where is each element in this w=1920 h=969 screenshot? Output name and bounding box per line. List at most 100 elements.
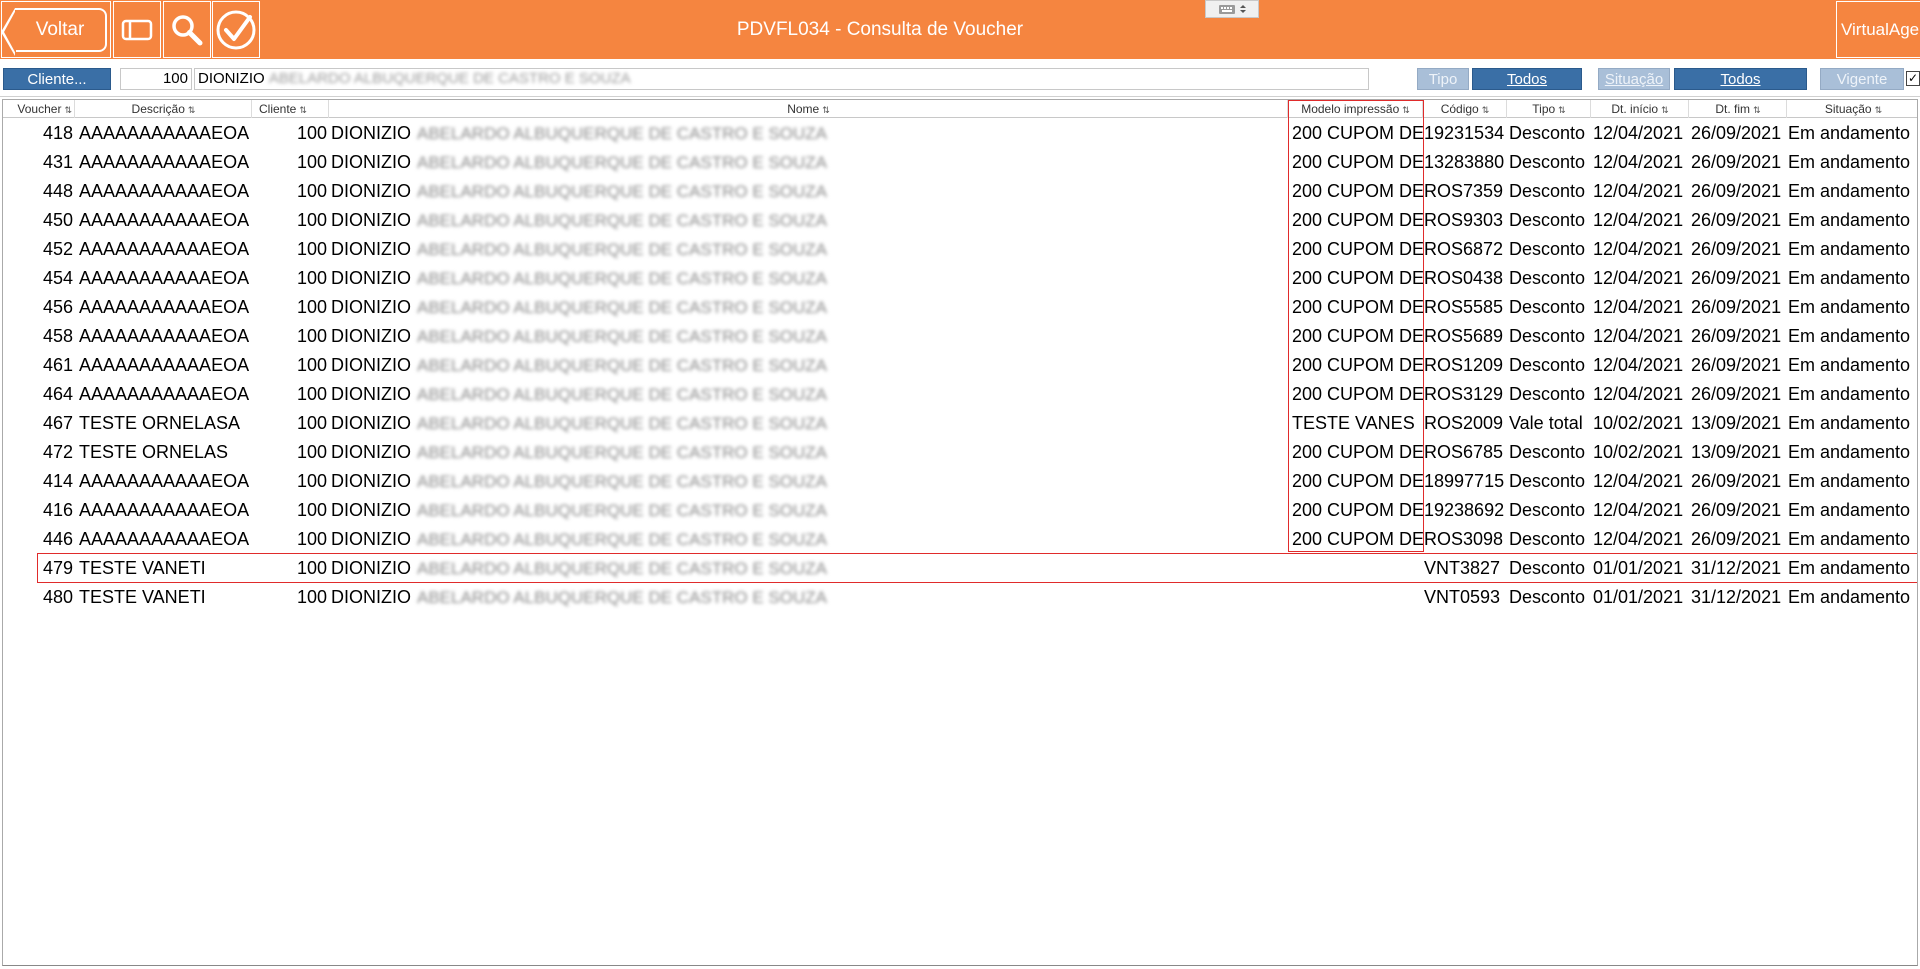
cell-modelo: 200 CUPOM DE [1292, 181, 1423, 201]
cell-cliente: 100 [296, 558, 327, 578]
situacao-select[interactable]: Todos [1674, 68, 1807, 90]
cliente-name-field[interactable]: DIONIZIO ABELARDO ALBUQUERQUE DE CASTRO … [194, 68, 1369, 90]
cell-descricao: TESTE ORNELASA [79, 413, 241, 433]
column-header-tipo[interactable]: Tipo ⇅ [1508, 100, 1591, 118]
cell-situacao: Em andamento [1788, 123, 1911, 143]
vigente-checkbox[interactable]: ✓ [1906, 71, 1920, 86]
table-row[interactable]: 446 AAAAAAAAAAAEOA 100 DIONIZIO ABELARDO ALB… [3, 525, 1917, 554]
table-row[interactable]: 418 AAAAAAAAAAAEOA 100 DIONIZIO ABELARDO ALB… [3, 119, 1917, 148]
cell-voucher: 472 [42, 442, 73, 462]
cell-dt-inicio: 12/04/2021 [1593, 500, 1684, 520]
cell-nome: DIONIZIO ABELARDO ALBUQUERQUE DE CASTRO E… [331, 148, 1289, 177]
cell-cliente: 100 [296, 471, 327, 491]
cell-voucher: 461 [42, 355, 73, 375]
cell-voucher: 448 [42, 181, 73, 201]
chevron-updown-icon [1240, 5, 1246, 13]
cell-voucher: 467 [42, 413, 73, 433]
cell-dt-inicio: 12/04/2021 [1593, 384, 1684, 404]
table-row[interactable]: 480 TESTE VANETI 100 DIONIZIO ABELARDO ALBUQ… [3, 583, 1917, 612]
cell-descricao: AAAAAAAAAAAEOA [79, 239, 249, 259]
cell-nome-redacted: ABELARDO ALBUQUERQUE DE CASTRO E SOUZA [417, 327, 827, 346]
sort-icon: ⇅ [1661, 105, 1669, 115]
table-row[interactable]: 431 AAAAAAAAAAAEOA 100 DIONIZIO ABELARDO ALB… [3, 148, 1917, 177]
cell-nome-visible: DIONIZIO [331, 268, 411, 288]
virtualage-button[interactable]: VirtualAge [1836, 1, 1920, 58]
table-row[interactable]: 458 AAAAAAAAAAAEOA 100 DIONIZIO ABELARDO ALB… [3, 322, 1917, 351]
cell-codigo: ROS9303 [1424, 210, 1504, 230]
column-header-cliente-label: Cliente [259, 102, 297, 116]
cell-modelo: 200 CUPOM DE [1292, 500, 1423, 520]
back-button-label: Voltar [35, 18, 85, 40]
column-header-cliente[interactable]: Cliente ⇅ [253, 100, 329, 118]
panel-toggle-button[interactable] [113, 1, 161, 58]
cell-nome-redacted: ABELARDO ALBUQUERQUE DE CASTRO E SOUZA [417, 298, 827, 317]
keyboard-toggle[interactable] [1205, 0, 1259, 18]
cliente-button[interactable]: Cliente... [3, 68, 111, 90]
cell-codigo: 19238692 [1424, 500, 1505, 520]
cell-codigo: ROS6872 [1424, 239, 1504, 259]
table-row[interactable]: 450 AAAAAAAAAAAEOA 100 DIONIZIO ABELARDO ALB… [3, 206, 1917, 235]
cell-situacao: Em andamento [1788, 326, 1911, 346]
cell-tipo: Desconto [1509, 181, 1586, 201]
cell-cliente: 100 [296, 297, 327, 317]
column-header-dt-fim[interactable]: Dt. fim ⇅ [1690, 100, 1787, 118]
table-row[interactable]: 464 AAAAAAAAAAAEOA 100 DIONIZIO ABELARDO ALB… [3, 380, 1917, 409]
table-row[interactable]: 416 AAAAAAAAAAAEOA 100 DIONIZIO ABELARDO ALB… [3, 496, 1917, 525]
cell-cliente: 100 [296, 529, 327, 549]
cell-nome: DIONIZIO ABELARDO ALBUQUERQUE DE CASTRO E… [331, 177, 1289, 206]
cell-descricao: AAAAAAAAAAAEOA [79, 326, 249, 346]
keyboard-icon [1219, 5, 1235, 14]
column-header-voucher[interactable]: Voucher ⇅ [3, 100, 75, 118]
cell-modelo: TESTE VANES [1292, 413, 1415, 433]
back-button[interactable]: Voltar [1, 1, 111, 58]
cliente-code-field[interactable]: 100 [120, 68, 192, 90]
cell-nome-visible: DIONIZIO [331, 413, 411, 433]
cell-nome-redacted: ABELARDO ALBUQUERQUE DE CASTRO E SOUZA [417, 443, 827, 462]
table-row[interactable]: 414 AAAAAAAAAAAEOA 100 DIONIZIO ABELARDO ALB… [3, 467, 1917, 496]
table-row[interactable]: 461 AAAAAAAAAAAEOA 100 DIONIZIO ABELARDO ALB… [3, 351, 1917, 380]
column-header-dt-fim-label: Dt. fim [1715, 102, 1751, 116]
table-row[interactable]: 467 TESTE ORNELASA 100 DIONIZIO ABELARDO ALB… [3, 409, 1917, 438]
column-header-modelo-label: Modelo impressão [1301, 102, 1400, 116]
cell-voucher: 450 [42, 210, 73, 230]
vigente-button[interactable]: Vigente [1820, 68, 1904, 90]
cell-nome: DIONIZIO ABELARDO ALBUQUERQUE DE CASTRO E… [331, 206, 1289, 235]
column-header-codigo[interactable]: Código ⇅ [1424, 100, 1507, 118]
cell-dt-fim: 26/09/2021 [1691, 384, 1782, 404]
confirm-button[interactable] [212, 1, 260, 58]
table-row[interactable]: 479 TESTE VANETI 100 DIONIZIO ABELARDO ALBUQ… [3, 554, 1917, 583]
search-button[interactable] [163, 1, 211, 58]
cell-dt-fim: 26/09/2021 [1691, 529, 1782, 549]
cell-nome-visible: DIONIZIO [331, 181, 411, 201]
column-header-nome[interactable]: Nome ⇅ [330, 100, 1288, 118]
table-row[interactable]: 454 AAAAAAAAAAAEOA 100 DIONIZIO ABELARDO ALB… [3, 264, 1917, 293]
cell-dt-fim: 26/09/2021 [1691, 181, 1782, 201]
cell-nome-visible: DIONIZIO [331, 239, 411, 259]
table-row[interactable]: 448 AAAAAAAAAAAEOA 100 DIONIZIO ABELARDO ALB… [3, 177, 1917, 206]
sort-icon: ⇅ [1753, 105, 1761, 115]
cell-modelo: 200 CUPOM DE [1292, 326, 1423, 346]
cell-descricao: AAAAAAAAAAAEOA [79, 355, 249, 375]
column-header-descricao-label: Descrição [131, 102, 185, 116]
cell-codigo: VNT0593 [1424, 587, 1501, 607]
cell-nome: DIONIZIO ABELARDO ALBUQUERQUE DE CASTRO E… [331, 525, 1289, 554]
sort-icon: ⇅ [1481, 105, 1490, 115]
column-header-situacao[interactable]: Situação ⇅ [1788, 100, 1917, 118]
column-header-modelo[interactable]: Modelo impressão ⇅ [1289, 100, 1423, 118]
cell-situacao: Em andamento [1788, 529, 1911, 549]
table-row[interactable]: 472 TESTE ORNELAS 100 DIONIZIO ABELARDO ALBU… [3, 438, 1917, 467]
tipo-select[interactable]: Todos [1472, 68, 1582, 90]
cell-dt-inicio: 01/01/2021 [1593, 587, 1684, 607]
cell-nome: DIONIZIO ABELARDO ALBUQUERQUE DE CASTRO E… [331, 409, 1289, 438]
cell-nome-visible: DIONIZIO [331, 355, 411, 375]
cell-descricao: AAAAAAAAAAAEOA [79, 384, 249, 404]
cell-nome-visible: DIONIZIO [331, 210, 411, 230]
column-header-descricao[interactable]: Descrição ⇅ [76, 100, 252, 118]
column-header-dt-inicio[interactable]: Dt. início ⇅ [1592, 100, 1689, 118]
table-row[interactable]: 456 AAAAAAAAAAAEOA 100 DIONIZIO ABELARDO ALB… [3, 293, 1917, 322]
cell-voucher: 454 [42, 268, 73, 288]
cell-cliente: 100 [296, 210, 327, 230]
cell-nome-visible: DIONIZIO [331, 471, 411, 491]
cell-cliente: 100 [296, 268, 327, 288]
table-row[interactable]: 452 AAAAAAAAAAAEOA 100 DIONIZIO ABELARDO ALB… [3, 235, 1917, 264]
